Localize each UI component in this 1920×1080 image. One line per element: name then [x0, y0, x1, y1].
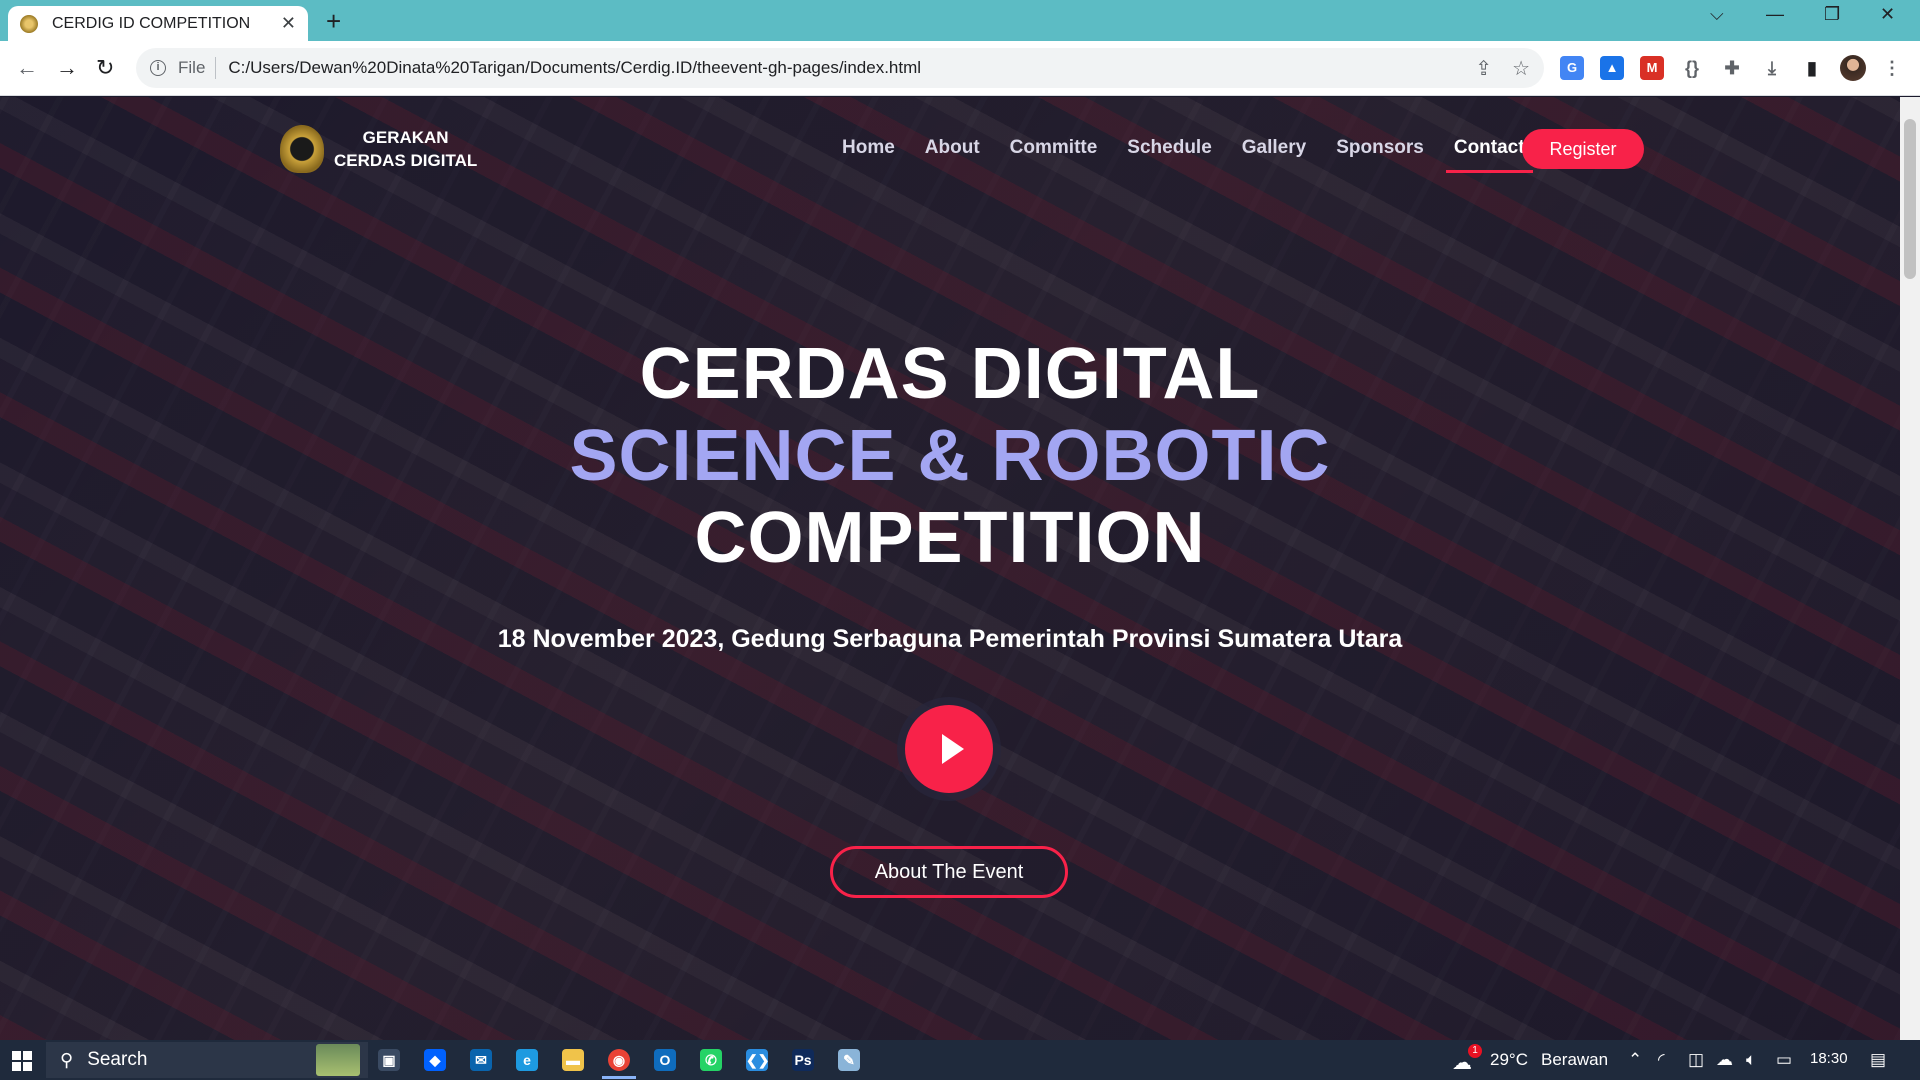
weather-badge: 1 [1468, 1044, 1482, 1058]
hero-title-line-2: SCIENCE & ROBOTIC [569, 416, 1331, 496]
share-icon[interactable]: ⇪ [1475, 56, 1492, 81]
scheme-label: File [178, 58, 206, 77]
site-header: GERAKAN CERDAS DIGITAL Home About Commit… [0, 97, 1900, 207]
translate-extension-icon[interactable]: G [1560, 56, 1584, 80]
outlook-icon[interactable]: O [654, 1049, 676, 1071]
nav-about[interactable]: About [925, 137, 980, 171]
clock-time[interactable]: 18:30 [1810, 1050, 1848, 1067]
register-button[interactable]: Register [1522, 129, 1644, 169]
address-bar[interactable]: i File C:/Users/Dewan%20Dinata%20Tarigan… [136, 48, 1544, 88]
photoshop-icon[interactable]: Ps [792, 1049, 814, 1071]
braces-extension-icon[interactable]: {} [1680, 56, 1704, 80]
address-divider [215, 57, 217, 79]
task-view-icon[interactable]: ▣ [378, 1049, 400, 1071]
hero-title-line-3: COMPETITION [694, 498, 1206, 578]
search-label: Search [87, 1049, 148, 1070]
play-video-button[interactable] [897, 697, 1001, 801]
forward-button[interactable]: → [56, 55, 78, 81]
play-button-circle [905, 705, 993, 793]
notepad-icon[interactable]: ✎ [838, 1049, 860, 1071]
browser-tab[interactable]: CERDIG ID COMPETITION ✕ [8, 6, 308, 41]
edge-icon[interactable]: e [516, 1049, 538, 1071]
graduation-extension-icon[interactable]: ▲ [1600, 56, 1624, 80]
nav-sponsors[interactable]: Sponsors [1336, 137, 1424, 171]
onedrive-icon[interactable]: ☁ [1716, 1050, 1733, 1070]
whatsapp-icon[interactable]: ✆ [700, 1049, 722, 1071]
file-explorer-icon[interactable]: ▬ [562, 1049, 584, 1071]
tab-favicon-icon [20, 14, 38, 33]
chrome-icon[interactable]: ◉ [602, 1049, 636, 1079]
download-icon[interactable]: ⤓ [1760, 56, 1784, 80]
logo-emblem-icon [280, 125, 324, 173]
vscode-icon[interactable]: ❮❯ [746, 1049, 769, 1071]
sidepanel-icon[interactable]: ▮ [1800, 56, 1824, 80]
weather-condition[interactable]: Berawan [1541, 1050, 1608, 1070]
weather-temp[interactable]: 29°C [1490, 1050, 1528, 1070]
meet-icon[interactable]: ◫ [1688, 1050, 1704, 1070]
search-icon: ⚲ [60, 1049, 74, 1070]
url-text[interactable]: C:/Users/Dewan%20Dinata%20Tarigan/Docume… [228, 58, 1455, 78]
bookmark-star-icon[interactable]: ☆ [1512, 56, 1530, 81]
m-extension-icon[interactable]: M [1640, 56, 1664, 80]
play-icon [942, 734, 964, 764]
site-logo[interactable]: GERAKAN CERDAS DIGITAL [280, 125, 477, 173]
about-event-button[interactable]: About The Event [830, 846, 1068, 898]
battery-icon[interactable]: ▭ [1776, 1050, 1792, 1070]
maximize-button[interactable]: ❐ [1824, 4, 1840, 25]
minimize-button[interactable]: — [1766, 4, 1784, 25]
mail-icon[interactable]: ✉ [470, 1049, 492, 1071]
profile-avatar[interactable] [1840, 55, 1866, 81]
hero-subtitle: 18 November 2023, Gedung Serbaguna Pemer… [497, 625, 1403, 653]
scrollbar-thumb[interactable] [1904, 119, 1916, 279]
close-window-button[interactable]: ✕ [1880, 4, 1895, 25]
hero-title-line-1: CERDAS DIGITAL [639, 334, 1261, 414]
start-button[interactable] [12, 1051, 32, 1071]
menu-icon[interactable]: ⋮ [1880, 56, 1904, 80]
dropbox-icon[interactable]: ◆ [424, 1049, 446, 1071]
logo-line-2: CERDAS DIGITAL [334, 151, 478, 170]
main-nav: Home About Committe Schedule Gallery Spo… [842, 137, 1555, 173]
logo-line-1: GERAKAN [362, 128, 449, 147]
nav-committe[interactable]: Committe [1010, 137, 1098, 171]
tab-close-icon[interactable]: ✕ [281, 13, 296, 34]
browser-tab-bar: CERDIG ID COMPETITION ✕ + ⌵ — ❐ ✕ [0, 0, 1920, 41]
network-icon[interactable]: ◜ [1658, 1050, 1665, 1070]
reload-button[interactable]: ↻ [96, 55, 114, 81]
hero-section: GERAKAN CERDAS DIGITAL Home About Commit… [0, 97, 1900, 1040]
nav-gallery[interactable]: Gallery [1242, 137, 1306, 171]
page-scrollbar[interactable] [1900, 97, 1920, 1040]
nav-schedule[interactable]: Schedule [1127, 137, 1211, 171]
search-highlight-image [316, 1044, 360, 1076]
puzzle-icon[interactable]: ✚ [1720, 56, 1744, 80]
windows-taskbar: ⚲ Search ▣ ◆ ✉ e ▬ ◉ O ✆ ❮❯ Ps ✎ ☁ 1 29°C Berawan … [0, 1040, 1920, 1080]
nav-home[interactable]: Home [842, 137, 895, 171]
site-info-icon[interactable]: i [150, 60, 166, 76]
volume-icon[interactable]: 🔈︎ [1746, 1050, 1756, 1070]
back-button[interactable]: ← [16, 55, 38, 81]
taskbar-search[interactable]: ⚲ Search [46, 1042, 368, 1078]
notification-icon[interactable]: ▤ [1870, 1050, 1886, 1070]
new-tab-button[interactable]: + [326, 6, 341, 37]
tray-chevron-icon[interactable]: ⌃ [1628, 1050, 1642, 1070]
nav-contact[interactable]: Contact [1445, 137, 1533, 173]
tab-search-icon[interactable]: ⌵ [1710, 4, 1724, 25]
browser-toolbar: ← → ↻ i File C:/Users/Dewan%20Dinata%20T… [0, 41, 1920, 96]
logo-text: GERAKAN CERDAS DIGITAL [334, 126, 477, 172]
tab-title: CERDIG ID COMPETITION [52, 14, 251, 32]
